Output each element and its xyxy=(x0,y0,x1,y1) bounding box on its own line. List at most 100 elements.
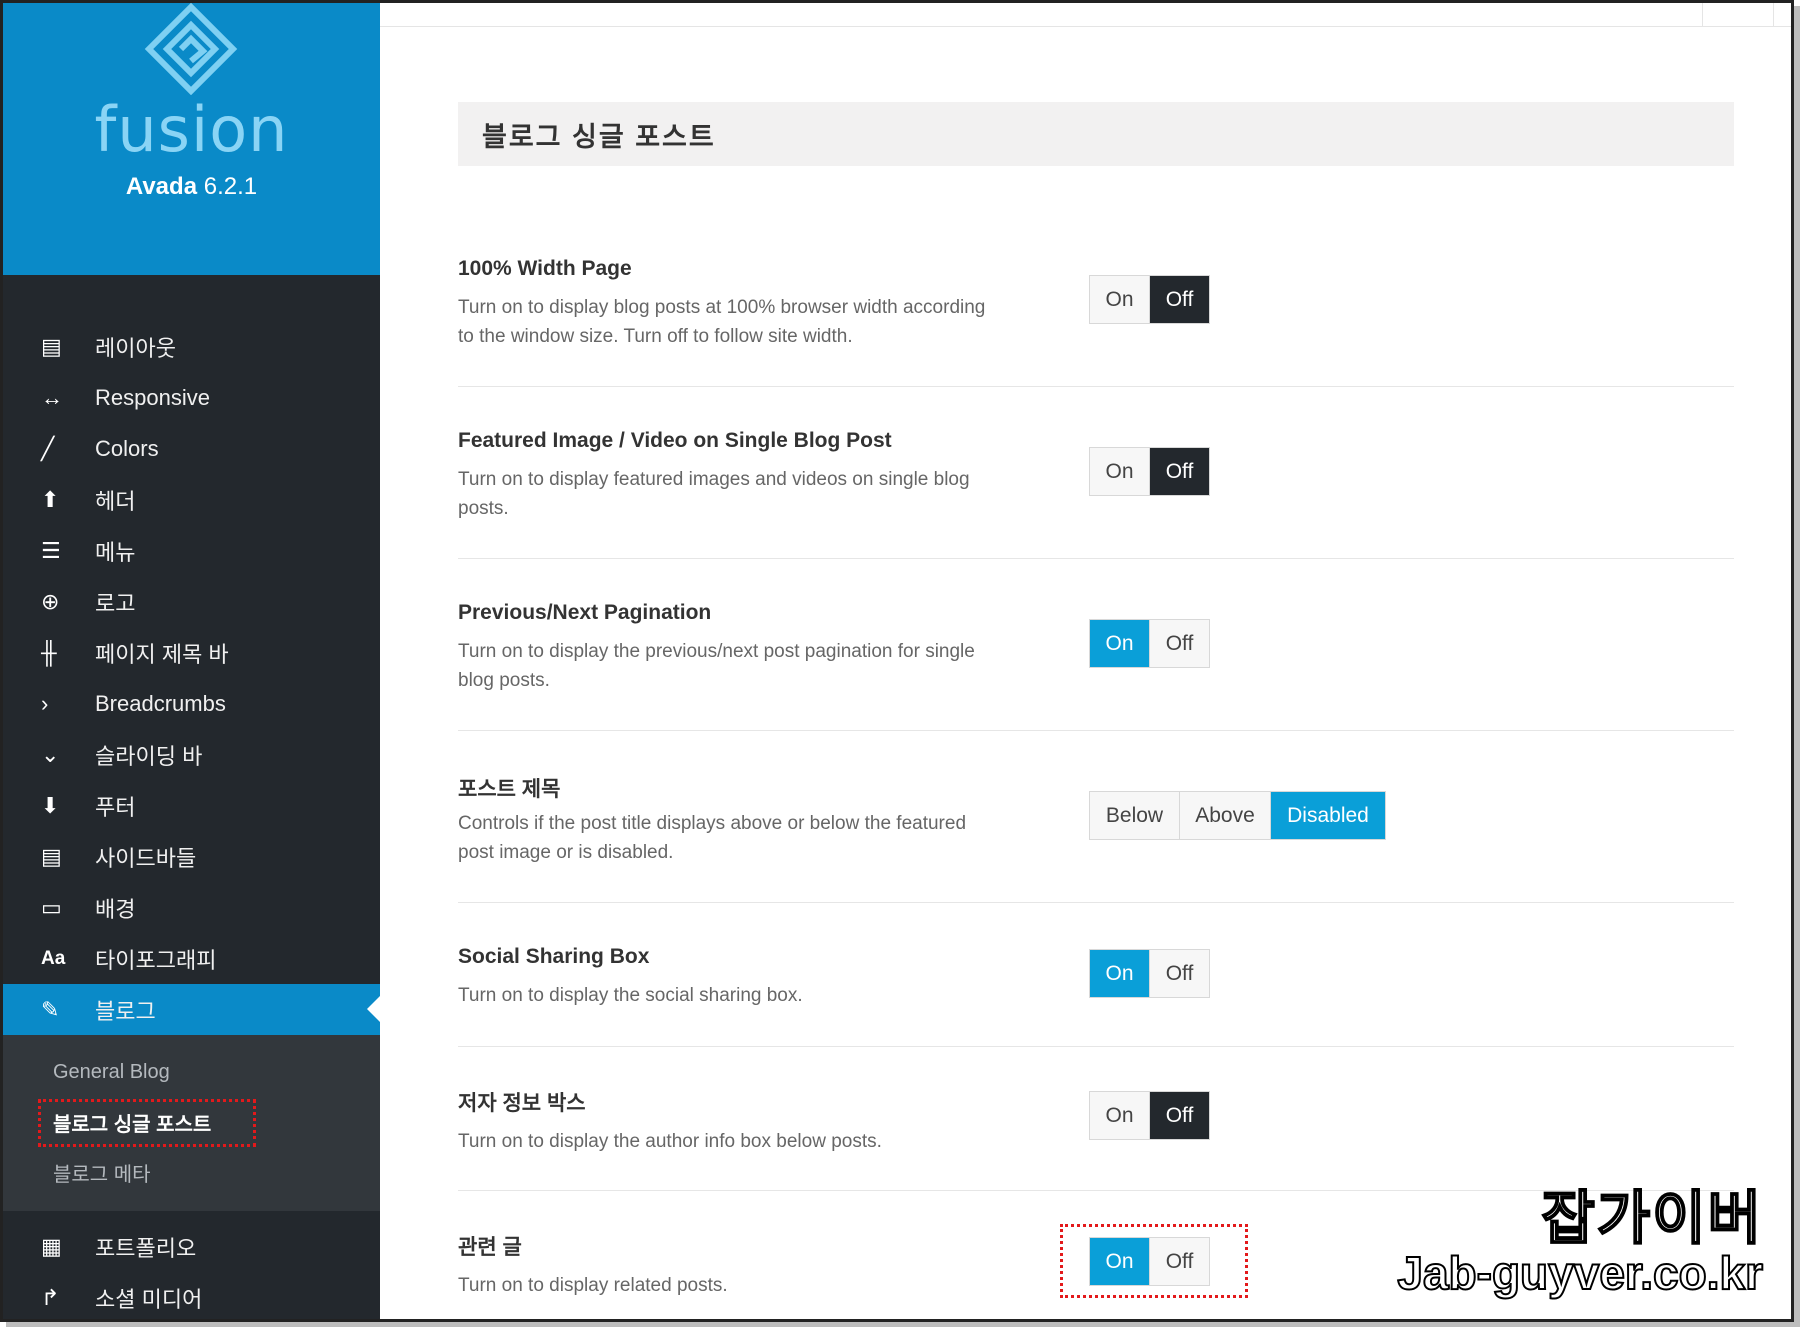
option-description-line: Turn on to display blog posts at 100% br… xyxy=(458,297,986,318)
brand-header: fusion Avada 6.2.1 xyxy=(3,3,380,275)
sidebar-item-typography[interactable]: Aa 타이포그래피 xyxy=(3,933,380,984)
brush-icon: ╱ xyxy=(41,435,55,461)
option-description-line: Turn on to display the social sharing bo… xyxy=(458,985,803,1006)
divider xyxy=(1773,3,1774,27)
option-description: Turn on to display the previous/next pos… xyxy=(458,637,1018,695)
option-label: 관련 글 xyxy=(458,1236,522,1259)
sidebar-item-colors[interactable]: ╱ Colors xyxy=(3,423,380,474)
option-description: Turn on to display featured images and v… xyxy=(458,465,1018,523)
sidebar-item-header[interactable]: ⬆ 헤더 xyxy=(3,474,380,525)
sidebar-item-label: 배경 xyxy=(95,896,136,922)
option-description: Turn on to display related posts. xyxy=(458,1271,1018,1300)
toggle-on-button[interactable]: On xyxy=(1090,448,1149,495)
blog-submenu: General Blog 블로그 싱글 포스트 블로그 메타 xyxy=(3,1035,380,1211)
choice-below-button[interactable]: Below xyxy=(1090,792,1179,839)
option-description-line: posts. xyxy=(458,498,509,519)
option-label: 포스트 제목 xyxy=(458,778,561,801)
toggle-off-button[interactable]: Off xyxy=(1149,950,1209,997)
choice-above-button[interactable]: Above xyxy=(1179,792,1270,839)
sidebar-item-label: 타이포그래피 xyxy=(95,947,217,973)
sidebar-item-label: 포트폴리오 xyxy=(95,1235,197,1261)
option-label: 100% Width Page xyxy=(458,257,632,280)
sidebar-item-layout[interactable]: ▤ 레이아웃 xyxy=(3,321,380,372)
sidebar-item-portfolio[interactable]: ▦ 포트폴리오 xyxy=(3,1221,380,1272)
option-label: Social Sharing Box xyxy=(458,945,650,968)
sidebar-item-blog[interactable]: ✎ 블로그 xyxy=(3,984,380,1035)
typography-icon: Aa xyxy=(41,947,66,969)
option-previous-next-pagination: Previous/Next Pagination Turn on to disp… xyxy=(458,587,1734,731)
background-icon: ▭ xyxy=(41,894,62,920)
choice-disabled-button[interactable]: Disabled xyxy=(1270,792,1385,839)
menu-icon: ☰ xyxy=(41,537,61,563)
submenu-item-label: 블로그 메타 xyxy=(53,1163,151,1186)
fusion-logo-icon xyxy=(144,3,238,95)
option-post-title: 포스트 제목 Controls if the post title displa… xyxy=(458,759,1734,903)
toggle-on-button[interactable]: On xyxy=(1090,276,1149,323)
sidebar-item-menu[interactable]: ☰ 메뉴 xyxy=(3,525,380,576)
toggle-on-button[interactable]: On xyxy=(1090,950,1149,997)
option-social-sharing-box: Social Sharing Box Turn on to display th… xyxy=(458,931,1734,1047)
sidebar-item-sliding-bar[interactable]: ⌄ 슬라이딩 바 xyxy=(3,729,380,780)
option-description-line: Turn on to display the author info box b… xyxy=(458,1131,882,1152)
toggle-off-button[interactable]: Off xyxy=(1149,276,1209,323)
toggle-on-button[interactable]: On xyxy=(1090,1092,1149,1139)
toggle-featured-image-video: On Off xyxy=(1089,447,1210,496)
sidebar-item-breadcrumbs[interactable]: › Breadcrumbs xyxy=(3,678,380,729)
sidebar-item-label: 소셜 미디어 xyxy=(95,1286,203,1312)
button-set-post-title: Below Above Disabled xyxy=(1089,791,1386,840)
arrows-horizontal-icon: ↔ xyxy=(41,384,63,410)
option-description-line: to the window size. Turn off to follow s… xyxy=(458,326,853,347)
toggle-off-button[interactable]: Off xyxy=(1149,1092,1209,1139)
frame-shadow xyxy=(6,1322,1800,1327)
sidebar-item-label: 블로그 xyxy=(95,998,156,1024)
toggle-off-button[interactable]: Off xyxy=(1149,448,1209,495)
sidebar-item-label: Responsive xyxy=(95,384,210,410)
toggle-100-width-page: On Off xyxy=(1089,275,1210,324)
sidebar-item-label: 레이아웃 xyxy=(95,335,176,361)
chevron-right-icon: › xyxy=(41,690,49,716)
window-frame: fusion Avada 6.2.1 ▤ 레이아웃 ↔ Responsive ╱ Co… xyxy=(0,0,1794,1322)
option-description-line: Turn on to display the previous/next pos… xyxy=(458,641,975,662)
share-icon: ↱ xyxy=(41,1284,60,1310)
chevron-down-icon: ⌄ xyxy=(41,741,60,767)
sidebar-item-sidebars[interactable]: ▤ 사이드바들 xyxy=(3,831,380,882)
submenu-item-general-blog[interactable]: General Blog xyxy=(3,1047,380,1097)
sidebar-nav: ▤ 레이아웃 ↔ Responsive ╱ Colors ⬆ 헤더 ☰ 메뉴 ⊕ 로고 ╫ 페… xyxy=(3,321,380,1319)
option-description: Turn on to display blog posts at 100% br… xyxy=(458,293,1018,351)
sidebar-item-label: Breadcrumbs xyxy=(95,690,226,716)
arrow-up-icon: ⬆ xyxy=(41,486,60,512)
sidebar-item-responsive[interactable]: ↔ Responsive xyxy=(3,372,380,423)
option-label: Previous/Next Pagination xyxy=(458,601,712,624)
sidebar-item-label: 푸터 xyxy=(95,794,136,820)
option-description-line: Turn on to display featured images and v… xyxy=(458,469,970,490)
sidebar-item-label: 메뉴 xyxy=(95,539,136,565)
sidebar-item-label: 사이드바들 xyxy=(95,845,197,871)
plus-circle-icon: ⊕ xyxy=(41,588,60,614)
brand-version: Avada 6.2.1 xyxy=(3,173,380,201)
option-100-width-page: 100% Width Page Turn on to display blog … xyxy=(458,243,1734,387)
sidebar-item-label: 페이지 제목 바 xyxy=(95,641,229,667)
toggle-on-button[interactable]: On xyxy=(1090,620,1149,667)
sidebar-item-label: 헤더 xyxy=(95,488,136,514)
watermark-title: 잡가이버 xyxy=(1541,1183,1763,1253)
sidebar-item-label: 로고 xyxy=(95,590,136,616)
section-title: 블로그 싱글 포스트 xyxy=(458,102,1734,166)
sidebar-icon: ▤ xyxy=(41,843,62,869)
submenu-item-blog-meta[interactable]: 블로그 메타 xyxy=(3,1147,380,1197)
version-number: 6.2.1 xyxy=(203,173,258,200)
option-featured-image-video: Featured Image / Video on Single Blog Po… xyxy=(458,415,1734,559)
submenu-item-blog-single-post[interactable]: 블로그 싱글 포스트 xyxy=(3,1097,380,1147)
frame-shadow xyxy=(1794,6,1800,1327)
sidebar-item-logo[interactable]: ⊕ 로고 xyxy=(3,576,380,627)
sidebar-item-page-title-bar[interactable]: ╫ 페이지 제목 바 xyxy=(3,627,380,678)
option-description-line: Controls if the post title displays abov… xyxy=(458,813,967,834)
toggle-previous-next-pagination: On Off xyxy=(1089,619,1210,668)
sidebar-nav-lower: ▦ 포트폴리오 ↱ 소셜 미디어 xyxy=(3,1221,380,1319)
sidebar-item-social-media[interactable]: ↱ 소셜 미디어 xyxy=(3,1272,380,1319)
toggle-off-button[interactable]: Off xyxy=(1149,620,1209,667)
toggle-social-sharing-box: On Off xyxy=(1089,949,1210,998)
sidebar-item-background[interactable]: ▭ 배경 xyxy=(3,882,380,933)
top-bar xyxy=(380,3,1791,27)
sidebar-item-footer[interactable]: ⬇ 푸터 xyxy=(3,780,380,831)
sliders-icon: ╫ xyxy=(41,639,57,665)
